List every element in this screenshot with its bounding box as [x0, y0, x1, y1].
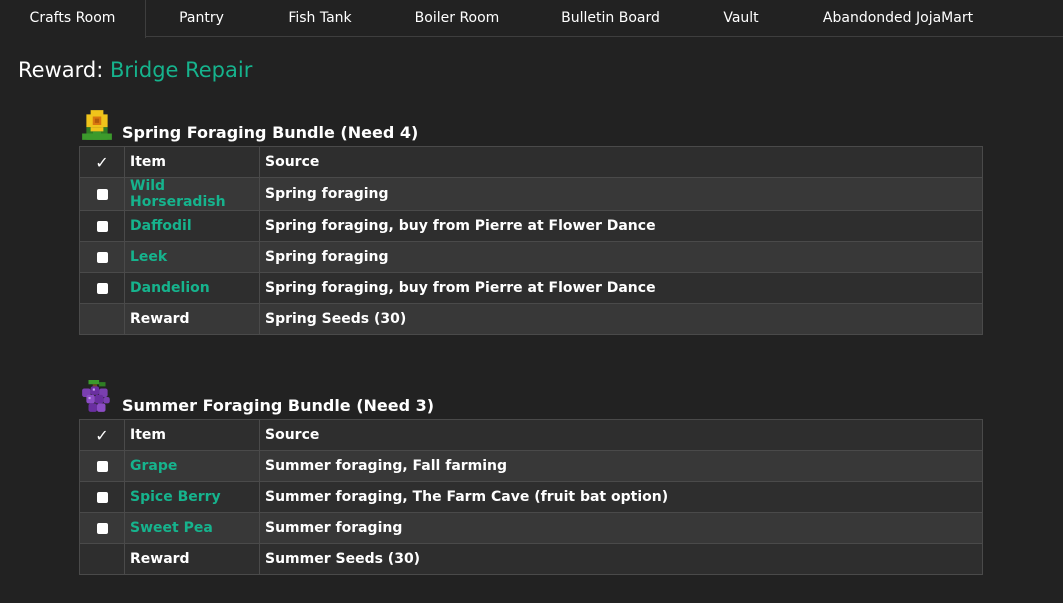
item-checkbox[interactable] — [96, 282, 108, 294]
table-row: Dandelion Spring foraging, buy from Pier… — [79, 272, 983, 304]
tab-crafts-room[interactable]: Crafts Room — [0, 0, 146, 38]
item-source: Spring foraging — [259, 177, 983, 211]
item-checkbox[interactable] — [96, 491, 108, 503]
bundle-reward-label: Reward — [124, 543, 260, 575]
item-checkbox[interactable] — [96, 220, 108, 232]
bundle-reward-value: Summer Seeds (30) — [259, 543, 983, 575]
tab-boiler-room[interactable]: Boiler Room — [383, 0, 531, 37]
table-row: Wild Horseradish Spring foraging — [79, 177, 983, 211]
bundle-reward-label: Reward — [124, 303, 260, 335]
tab-fish-tank[interactable]: Fish Tank — [257, 0, 383, 37]
item-source: Summer foraging — [259, 512, 983, 544]
bundle-reward-row: Reward Summer Seeds (30) — [79, 543, 983, 575]
item-link[interactable]: Wild Horseradish — [130, 178, 226, 210]
table-header-row: ✓ Item Source — [79, 419, 983, 451]
item-header: Item — [124, 419, 260, 451]
item-source: Spring foraging, buy from Pierre at Flow… — [259, 210, 983, 242]
bundle-reward-value: Spring Seeds (30) — [259, 303, 983, 335]
summer-bundle-title: Summer Foraging Bundle (Need 3) — [122, 396, 435, 415]
table-row: Sweet Pea Summer foraging — [79, 512, 983, 544]
item-source: Spring foraging, buy from Pierre at Flow… — [259, 272, 983, 304]
bundle-tabs: Crafts Room Pantry Fish Tank Boiler Room… — [0, 0, 1063, 38]
item-header: Item — [124, 146, 260, 178]
item-checkbox[interactable] — [96, 522, 108, 534]
item-link[interactable]: Grape — [130, 458, 177, 474]
table-row: Leek Spring foraging — [79, 241, 983, 273]
table-row: Grape Summer foraging, Fall farming — [79, 450, 983, 482]
tab-bulletin-board[interactable]: Bulletin Board — [531, 0, 690, 37]
reward-value-link[interactable]: Bridge Repair — [110, 58, 252, 82]
bundle-reward-row: Reward Spring Seeds (30) — [79, 303, 983, 335]
source-header: Source — [259, 419, 983, 451]
grape-icon — [82, 380, 110, 412]
spring-bundle-title: Spring Foraging Bundle (Need 4) — [122, 123, 419, 142]
table-header-row: ✓ Item Source — [79, 146, 983, 178]
reward-label: Reward: — [18, 58, 104, 82]
item-source: Summer foraging, The Farm Cave (fruit ba… — [259, 481, 983, 513]
table-row: Spice Berry Summer foraging, The Farm Ca… — [79, 481, 983, 513]
item-link[interactable]: Spice Berry — [130, 489, 221, 505]
tab-abandoned-jojamart[interactable]: Abandonded JojaMart — [792, 0, 1004, 37]
check-header: ✓ — [95, 152, 109, 172]
summer-bundle-table: ✓ Item Source Grape Summer foraging, Fal… — [79, 419, 983, 575]
source-header: Source — [259, 146, 983, 178]
item-source: Spring foraging — [259, 241, 983, 273]
item-checkbox[interactable] — [96, 460, 108, 472]
item-link[interactable]: Leek — [130, 249, 167, 265]
spring-bundle-table: ✓ Item Source Wild Horseradish Spring fo… — [79, 146, 983, 335]
check-header: ✓ — [95, 425, 109, 445]
item-link[interactable]: Daffodil — [130, 218, 192, 234]
table-row: Daffodil Spring foraging, buy from Pierr… — [79, 210, 983, 242]
tab-pantry[interactable]: Pantry — [146, 0, 257, 37]
tab-vault[interactable]: Vault — [690, 0, 792, 37]
item-link[interactable]: Dandelion — [130, 280, 210, 296]
item-checkbox[interactable] — [96, 251, 108, 263]
item-link[interactable]: Sweet Pea — [130, 520, 213, 536]
room-reward: Reward: Bridge Repair — [18, 58, 252, 82]
spring-flower-icon — [82, 110, 112, 140]
item-source: Summer foraging, Fall farming — [259, 450, 983, 482]
item-checkbox[interactable] — [96, 188, 108, 200]
